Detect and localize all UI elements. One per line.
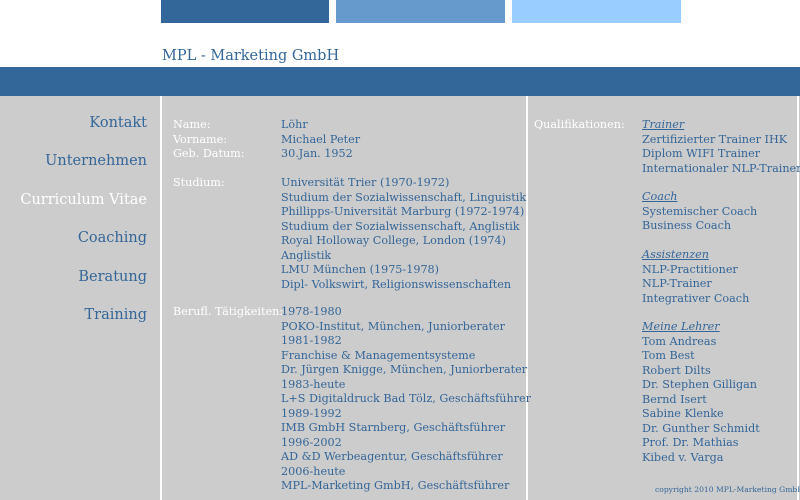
qual-group-assistenzen: Assistenzen NLP-Practitioner NLP-Trainer… bbox=[642, 248, 749, 306]
studium-list: Universität Trier (1970-1972) Studium de… bbox=[281, 176, 526, 292]
qual-heading: Coach bbox=[642, 190, 678, 203]
list-item: 1989-1992 bbox=[281, 406, 342, 420]
top-bar-segment-dark bbox=[161, 0, 329, 23]
list-item: Dr. Stephen Gilligan bbox=[642, 378, 758, 391]
qual-heading: Trainer bbox=[642, 118, 685, 131]
vorname-value: Michael Peter bbox=[281, 132, 361, 146]
list-item: Tom Best bbox=[642, 349, 695, 362]
list-item: IMB GmbH Starnberg, Geschäftsführer bbox=[281, 421, 506, 434]
list-item: Phillipps-Universität Marburg (1972-1974… bbox=[281, 205, 525, 218]
qualifikationen-label: Qualifikationen: bbox=[534, 118, 625, 131]
site-title: MPL - Marketing GmbH bbox=[162, 48, 340, 64]
sidebar-nav: Kontakt Unternehmen Curriculum Vitae Coa… bbox=[0, 96, 160, 500]
top-bar-segment-mid bbox=[336, 0, 505, 23]
qual-heading: Meine Lehrer bbox=[642, 320, 720, 333]
nav-item-kontakt[interactable]: Kontakt bbox=[0, 115, 160, 131]
column-divider bbox=[160, 96, 162, 500]
nav-item-training[interactable]: Training bbox=[0, 307, 160, 323]
list-item: Anglistik bbox=[281, 248, 332, 262]
list-item: Franchise & Managementsysteme bbox=[281, 348, 476, 362]
list-item: Kibed v. Varga bbox=[642, 450, 724, 464]
qual-heading: Assistenzen bbox=[642, 248, 709, 261]
copyright-text: copyright 2010 MPL-Marketing GmbH bbox=[655, 485, 800, 494]
list-item: Robert Dilts bbox=[642, 363, 711, 377]
list-item: Studium der Sozialwissenschaft, Linguist… bbox=[281, 190, 527, 204]
list-item: POKO-Institut, München, Juniorberater bbox=[281, 319, 505, 333]
list-item: Studium der Sozialwissenschaft, Anglisti… bbox=[281, 219, 520, 233]
list-item: Zertifizierter Trainer IHK bbox=[642, 132, 788, 146]
qual-group-trainer: Trainer Zertifizierter Trainer IHK Diplo… bbox=[642, 118, 800, 176]
nav-item-unternehmen[interactable]: Unternehmen bbox=[0, 153, 160, 169]
nav-item-coaching[interactable]: Coaching bbox=[0, 230, 160, 246]
list-item: Tom Andreas bbox=[642, 334, 717, 348]
top-color-bar bbox=[0, 0, 800, 23]
list-item: Integrativer Coach bbox=[642, 291, 750, 305]
list-item: Systemischer Coach bbox=[642, 204, 758, 218]
vorname-label: Vorname: bbox=[173, 132, 228, 146]
list-item: Business Coach bbox=[642, 219, 732, 232]
list-item: Dr. Gunther Schmidt bbox=[642, 421, 760, 435]
list-item: LMU München (1975-1978) bbox=[281, 263, 440, 276]
list-item: 1996-2002 bbox=[281, 435, 342, 449]
list-item: 2006-heute bbox=[281, 464, 346, 478]
beruf-label: Berufl. Tätigkeiten: bbox=[173, 305, 284, 318]
list-item: Royal Holloway College, London (1974) bbox=[281, 234, 506, 247]
list-item: Dr. Jürgen Knigge, München, Juniorberate… bbox=[281, 363, 528, 376]
list-item: MPL-Marketing GmbH, Geschäftsführer bbox=[281, 479, 510, 492]
beruf-list: 1978-1980 POKO-Institut, München, Junior… bbox=[281, 305, 531, 494]
list-item: Diplom WIFI Trainer bbox=[642, 147, 761, 160]
nav-item-curriculum-vitae[interactable]: Curriculum Vitae bbox=[0, 192, 160, 208]
list-item: Internationaler NLP-Trainer bbox=[642, 161, 800, 175]
list-item: Sabine Klenke bbox=[642, 407, 724, 420]
qual-group-coach: Coach Systemischer Coach Business Coach bbox=[642, 190, 757, 234]
geb-datum-label: Geb. Datum: bbox=[173, 147, 245, 160]
list-item: 1981-1982 bbox=[281, 334, 342, 347]
list-item: NLP-Trainer bbox=[642, 277, 712, 290]
list-item: 1978-1980 bbox=[281, 305, 342, 318]
list-item: Dipl- Volkswirt, Religionswissenschaften bbox=[281, 277, 512, 291]
geb-datum-value: 30.Jan. 1952 bbox=[281, 147, 353, 160]
top-bar-segment-light bbox=[512, 0, 681, 23]
name-label: Name: bbox=[173, 118, 211, 131]
list-item: Prof. Dr. Mathias bbox=[642, 436, 739, 449]
list-item: Universität Trier (1970-1972) bbox=[281, 176, 450, 189]
list-item: NLP-Practitioner bbox=[642, 262, 738, 276]
studium-label: Studium: bbox=[173, 176, 225, 189]
list-item: AD &D Werbeagentur, Geschäftsführer bbox=[281, 450, 503, 463]
list-item: Bernd Isert bbox=[642, 392, 707, 406]
qual-group-meine-lehrer: Meine Lehrer Tom Andreas Tom Best Robert… bbox=[642, 320, 760, 465]
name-value: Löhr bbox=[281, 118, 308, 131]
nav-item-beratung[interactable]: Beratung bbox=[0, 269, 160, 285]
list-item: 1983-heute bbox=[281, 377, 346, 391]
list-item: L+S Digitaldruck Bad Tölz, Geschäftsführ… bbox=[281, 392, 532, 405]
header-band bbox=[0, 67, 800, 96]
